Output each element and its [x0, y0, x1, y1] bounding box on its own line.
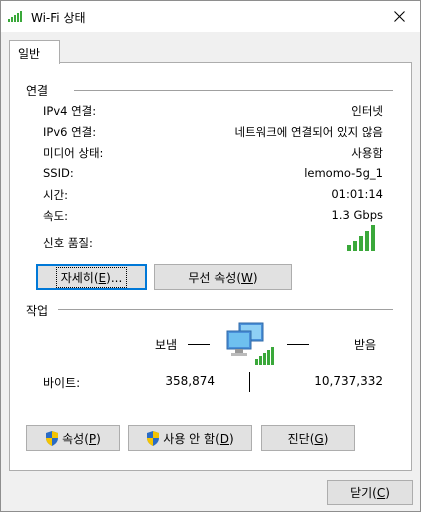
activity-section-label: 작업 — [26, 304, 49, 318]
signal-quality-label: 신호 품질: — [43, 236, 93, 250]
bytes-sent-value: 358,874 — [165, 374, 215, 388]
shield-icon — [147, 430, 160, 446]
disable-button[interactable]: 사용 안 함(D) — [128, 425, 252, 451]
wireless-properties-button[interactable]: 무선 속성(W) — [154, 264, 292, 290]
close-window-button[interactable] — [378, 1, 420, 32]
duration-label: 시간: — [43, 188, 69, 202]
sent-label: 보냄 — [155, 338, 178, 352]
tab-general[interactable]: 일반 — [9, 40, 60, 64]
ssid-label: SSID: — [43, 166, 74, 180]
sent-line — [188, 344, 210, 345]
properties-button[interactable]: 속성(P) — [26, 425, 120, 451]
ssid-value: lemomo-5g_1 — [304, 166, 383, 180]
ipv6-label: IPv6 연결: — [43, 125, 97, 139]
general-panel: 연결 IPv4 연결: 인터넷 IPv6 연결: 네트워크에 연결되어 있지 않… — [9, 62, 412, 471]
shield-icon — [46, 430, 59, 446]
activity-divider — [58, 309, 393, 310]
bytes-label: 바이트: — [43, 376, 81, 390]
bytes-received-value: 10,737,332 — [314, 374, 383, 388]
close-button[interactable]: 닫기(C) — [327, 480, 413, 505]
title-bar[interactable]: Wi-Fi 상태 — [1, 1, 420, 32]
media-state-value: 사용함 — [351, 146, 383, 160]
details-button[interactable]: 자세히(E)... — [36, 264, 147, 290]
ipv4-label: IPv4 연결: — [43, 104, 97, 118]
speed-value: 1.3 Gbps — [331, 208, 383, 222]
network-computers-icon — [226, 322, 274, 365]
connection-section-label: 연결 — [26, 84, 49, 98]
diagnose-button[interactable]: 진단(G) — [261, 425, 355, 451]
ipv4-value: 인터넷 — [351, 104, 383, 118]
wifi-status-dialog: Wi-Fi 상태 일반 연결 IPv4 연결: 인터넷 IPv6 연결: 네트워… — [0, 0, 421, 512]
media-state-label: 미디어 상태: — [43, 146, 104, 160]
bytes-separator — [249, 372, 250, 392]
window-title: Wi-Fi 상태 — [31, 11, 86, 25]
speed-label: 속도: — [43, 209, 69, 223]
received-label: 받음 — [354, 338, 377, 352]
received-line — [287, 344, 309, 345]
duration-value: 01:01:14 — [331, 187, 383, 201]
ipv6-value: 네트워크에 연결되어 있지 않음 — [234, 125, 383, 139]
close-icon — [393, 11, 405, 22]
signal-strength-icon — [347, 225, 375, 251]
tab-general-label: 일반 — [18, 47, 41, 61]
wifi-signal-icon — [8, 11, 22, 22]
connection-divider — [74, 90, 393, 91]
